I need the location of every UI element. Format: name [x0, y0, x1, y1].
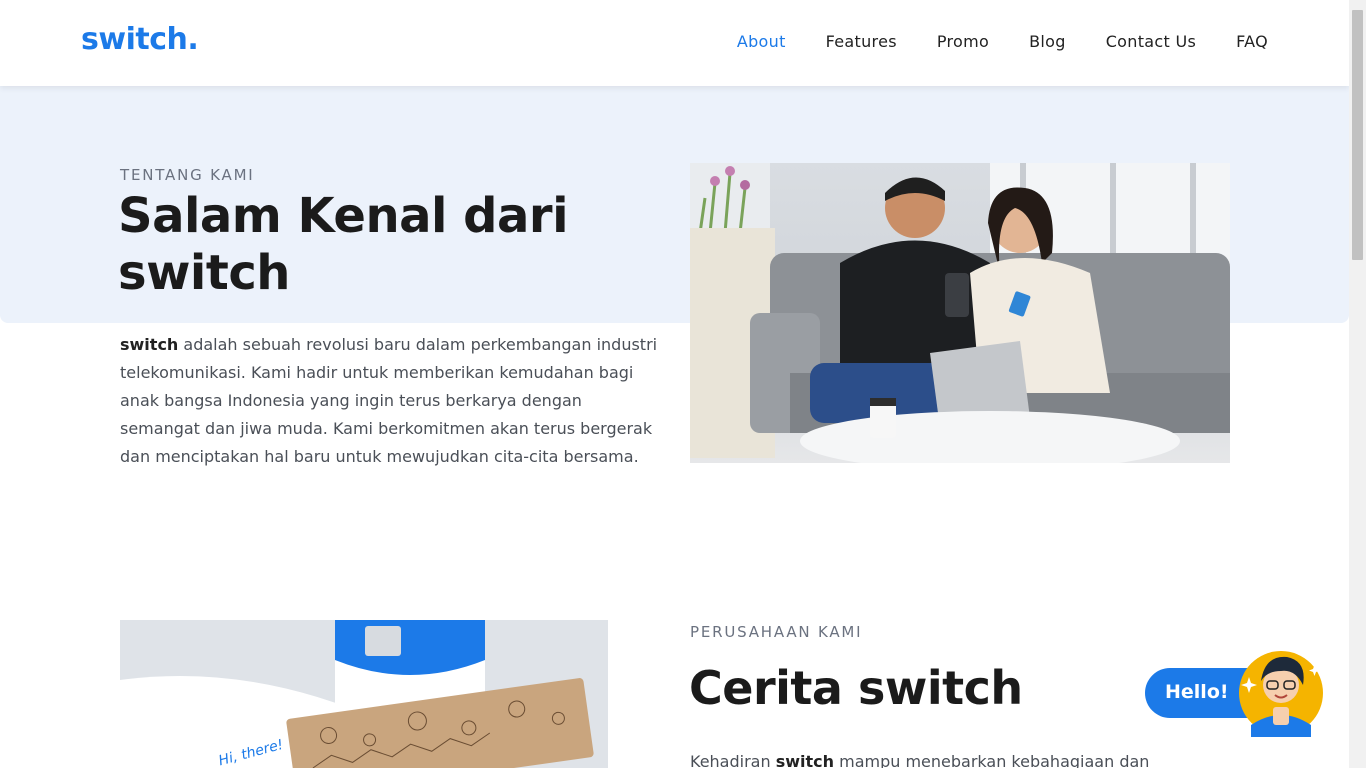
couple-illustration: [690, 163, 1230, 463]
story-eyebrow: PERUSAHAAN KAMI: [690, 623, 863, 641]
nav-promo[interactable]: Promo: [937, 32, 989, 51]
switch-logo[interactable]: switch.: [81, 22, 199, 57]
story-body: Kehadiran switch mampu menebarkan kebaha…: [690, 748, 1210, 768]
about-title-line2: switch: [118, 245, 290, 301]
about-title-line1: Salam Kenal dari: [118, 188, 569, 244]
scrollbar-thumb[interactable]: [1352, 10, 1363, 260]
nav-faq[interactable]: FAQ: [1236, 32, 1268, 51]
about-body-text: adalah sebuah revolusi baru dalam perkem…: [120, 335, 658, 466]
story-body-prefix: Kehadiran: [690, 752, 776, 768]
chat-hello-label: Hello!: [1165, 681, 1229, 703]
chat-widget[interactable]: Hello!: [1145, 645, 1327, 737]
about-title: Salam Kenal dari switch: [118, 188, 569, 302]
main-nav: About Features Promo Blog Contact Us FAQ: [697, 32, 1268, 51]
chat-avatar-icon[interactable]: [1237, 645, 1325, 737]
nav-features[interactable]: Features: [826, 32, 897, 51]
site-header: switch. About Features Promo Blog Contac…: [0, 0, 1349, 86]
story-body-brand: switch: [775, 752, 835, 768]
package-illustration: Hi, there!: [120, 620, 608, 768]
about-body: switch adalah sebuah revolusi baru dalam…: [120, 331, 660, 471]
nav-contact-us[interactable]: Contact Us: [1106, 32, 1196, 51]
nav-about[interactable]: About: [737, 32, 786, 51]
story-body-text: mampu menebarkan kebahagiaan dan: [834, 752, 1150, 768]
story-title: Cerita switch: [689, 661, 1023, 715]
story-photo-package: Hi, there!: [120, 620, 608, 768]
nav-blog[interactable]: Blog: [1029, 32, 1066, 51]
about-photo-couple: [690, 163, 1230, 463]
about-eyebrow: TENTANG KAMI: [120, 166, 255, 184]
page-scrollbar[interactable]: [1349, 0, 1366, 768]
about-body-brand: switch: [120, 335, 179, 354]
